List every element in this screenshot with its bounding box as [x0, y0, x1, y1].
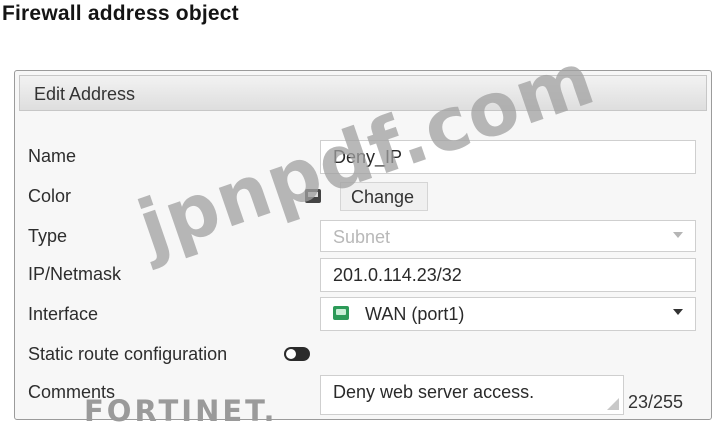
dialog-title: Edit Address [34, 84, 136, 104]
static-route-toggle[interactable] [284, 347, 310, 361]
comments-textarea[interactable]: Deny web server access. [320, 375, 624, 415]
type-label: Type [28, 226, 68, 246]
interface-label: Interface [28, 304, 99, 324]
static-route-label: Static route configuration [28, 344, 228, 364]
ip-netmask-input[interactable]: 201.0.114.23/32 [320, 258, 696, 292]
comments-char-counter: 23/255 [628, 392, 684, 412]
network-port-icon [333, 306, 349, 320]
comments-textarea-value: Deny web server access. [333, 382, 535, 402]
type-select-value: Subnet [333, 227, 391, 247]
fortinet-logo: FORTINET. [84, 394, 278, 428]
ip-netmask-label: IP/Netmask [28, 264, 122, 284]
name-label: Name [28, 146, 77, 166]
type-select[interactable]: Subnet [320, 220, 696, 252]
color-label: Color [28, 186, 72, 206]
change-color-button-label: Change [351, 187, 415, 207]
page-title: Firewall address object [2, 2, 239, 25]
name-input[interactable]: Deny_IP [320, 140, 696, 174]
ip-netmask-input-value: 201.0.114.23/32 [333, 265, 462, 285]
change-color-button[interactable]: Change [340, 182, 428, 211]
dialog-header: Edit Address [19, 75, 707, 111]
chevron-down-icon [673, 309, 683, 315]
name-input-value: Deny_IP [333, 147, 403, 167]
chevron-down-icon [673, 232, 683, 238]
resize-handle-icon[interactable] [607, 398, 619, 410]
color-swatch-icon [305, 189, 321, 203]
interface-select[interactable]: WAN (port1) [320, 297, 696, 331]
interface-select-value: WAN (port1) [365, 304, 465, 324]
